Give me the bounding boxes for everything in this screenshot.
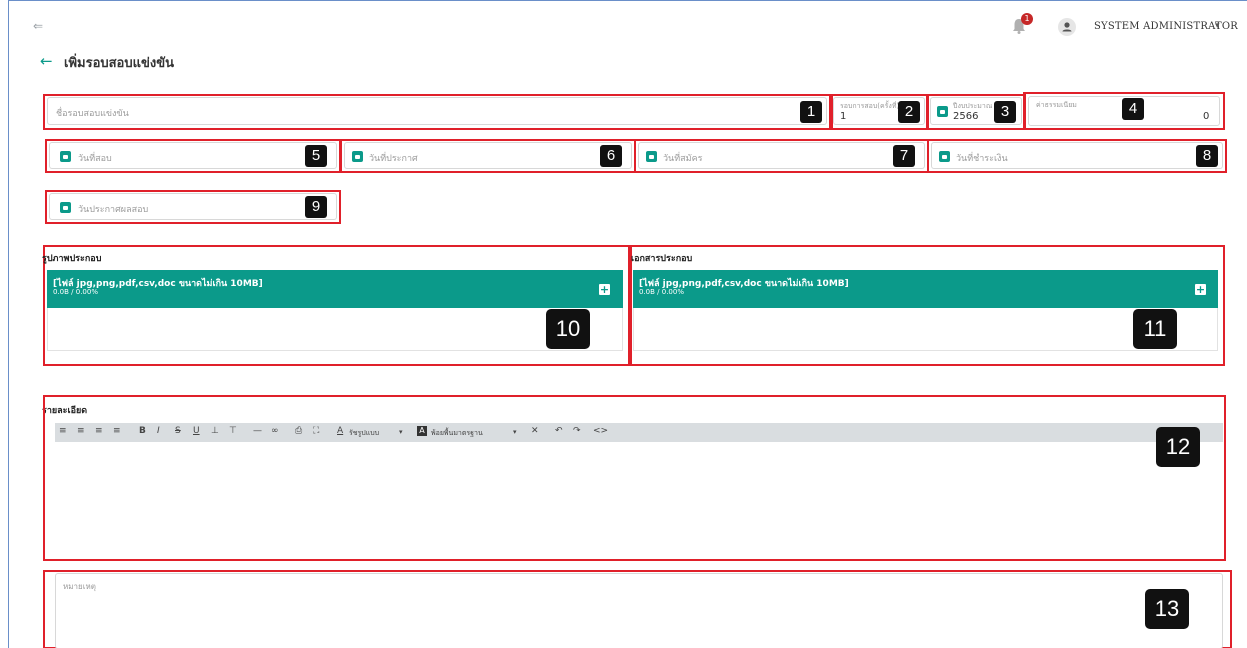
calendar-icon bbox=[646, 151, 657, 162]
marker-8: 8 bbox=[1196, 145, 1218, 167]
strikethrough-icon[interactable]: S bbox=[175, 426, 181, 436]
result-date-picker[interactable]: วันประกาศผลสอบ bbox=[49, 193, 337, 220]
images-section-label: รูปภาพประกอบ bbox=[42, 254, 102, 264]
add-image-button[interactable]: + bbox=[599, 284, 610, 295]
undo-icon[interactable]: ↶ bbox=[555, 426, 563, 436]
chevron-down-icon[interactable]: ▾ bbox=[513, 428, 517, 436]
user-icon bbox=[1062, 22, 1072, 32]
fee-label: ค่าธรรมเนียม bbox=[1036, 101, 1077, 109]
fiscal-year-value: 2566 bbox=[953, 111, 979, 122]
menu-collapse-icon[interactable]: ⇐ bbox=[33, 19, 43, 33]
remark-placeholder: หมายเหตุ bbox=[63, 582, 96, 591]
round-number-value: 1 bbox=[840, 111, 847, 122]
chevron-down-icon[interactable]: ▾ bbox=[399, 428, 403, 436]
details-editor[interactable] bbox=[55, 442, 1223, 557]
align-left-icon[interactable]: ≡ bbox=[59, 426, 67, 436]
text-style-icon[interactable]: A bbox=[337, 426, 343, 436]
calendar-icon bbox=[939, 151, 950, 162]
fee-value: 0 bbox=[1203, 111, 1210, 122]
marker-6: 6 bbox=[600, 145, 622, 167]
remark-textarea[interactable]: หมายเหตุ bbox=[55, 573, 1223, 648]
calendar-icon bbox=[352, 151, 363, 162]
marker-1: 1 bbox=[800, 101, 822, 123]
bg-color-dropdown[interactable]: พ้อยพื้นมาตรฐาน bbox=[431, 428, 483, 439]
chevron-down-icon[interactable]: ▾ bbox=[1215, 21, 1220, 31]
marker-11: 11 bbox=[1133, 309, 1177, 349]
page-title: เพิ่มรอบสอบแข่งขัน bbox=[64, 56, 175, 71]
announce-date-placeholder: วันที่ประกาศ bbox=[369, 154, 418, 164]
images-upload-bar[interactable]: [ไฟล์ jpg,png,pdf,csv,doc ขนาดไม่เกิน 10… bbox=[47, 270, 623, 308]
marker-12: 12 bbox=[1156, 427, 1200, 467]
avatar[interactable] bbox=[1058, 18, 1076, 36]
documents-upload-bar[interactable]: [ไฟล์ jpg,png,pdf,csv,doc ขนาดไม่เกิน 10… bbox=[633, 270, 1218, 308]
marker-13: 13 bbox=[1145, 589, 1189, 629]
clear-format-icon[interactable]: ✕ bbox=[531, 426, 539, 436]
marker-10: 10 bbox=[546, 309, 590, 349]
redo-icon[interactable]: ↷ bbox=[573, 426, 581, 436]
round-number-label: รอบการสอบ(ครั้งที่) bbox=[840, 102, 900, 110]
apply-date-picker[interactable]: วันที่สมัคร bbox=[638, 142, 925, 169]
images-upload-progress: 0.0B / 0.00% bbox=[53, 288, 98, 296]
payment-date-placeholder: วันที่ชำระเงิน bbox=[956, 154, 1008, 164]
app-frame: ⇐ 1 SYSTEM ADMINISTRATOR ▾ ← เพิ่มรอบสอบ… bbox=[8, 0, 1247, 648]
round-name-input[interactable]: ชื่อรอบสอบแข่งขัน bbox=[47, 97, 827, 125]
marker-7: 7 bbox=[893, 145, 915, 167]
calendar-icon bbox=[60, 151, 71, 162]
marker-9: 9 bbox=[305, 196, 327, 218]
print-icon[interactable]: ⎙ bbox=[295, 426, 302, 436]
editor-toolbar: ≡ ≡ ≡ ≡ B I S U ⊥ ⊤ — ∞ ⎙ ⛶ A รัชรูปแบบ … bbox=[55, 423, 1223, 442]
bg-color-icon[interactable]: A bbox=[417, 426, 427, 436]
justify-icon[interactable]: ≡ bbox=[113, 426, 121, 436]
exam-date-picker[interactable]: วันที่สอบ bbox=[49, 142, 337, 169]
documents-upload-progress: 0.0B / 0.00% bbox=[639, 288, 684, 296]
superscript-icon[interactable]: ⊤ bbox=[229, 426, 237, 436]
align-center-icon[interactable]: ≡ bbox=[77, 426, 85, 436]
apply-date-placeholder: วันที่สมัคร bbox=[663, 154, 703, 164]
exam-date-placeholder: วันที่สอบ bbox=[78, 154, 112, 164]
horizontal-rule-icon[interactable]: — bbox=[253, 426, 262, 436]
italic-icon[interactable]: I bbox=[157, 426, 160, 436]
back-arrow-icon[interactable]: ← bbox=[40, 52, 53, 70]
fullscreen-icon[interactable]: ⛶ bbox=[313, 426, 319, 436]
marker-4: 4 bbox=[1122, 98, 1144, 120]
calendar-icon bbox=[937, 106, 948, 117]
add-document-button[interactable]: + bbox=[1195, 284, 1206, 295]
notification-badge: 1 bbox=[1021, 13, 1033, 25]
underline-icon[interactable]: U bbox=[193, 426, 200, 436]
announce-date-picker[interactable]: วันที่ประกาศ bbox=[344, 142, 632, 169]
text-style-dropdown[interactable]: รัชรูปแบบ bbox=[349, 428, 379, 439]
documents-section-label: เอกสารประกอบ bbox=[631, 254, 693, 264]
payment-date-picker[interactable]: วันที่ชำระเงิน bbox=[931, 142, 1223, 169]
subscript-icon[interactable]: ⊥ bbox=[211, 426, 219, 436]
align-right-icon[interactable]: ≡ bbox=[95, 426, 103, 436]
marker-3: 3 bbox=[994, 101, 1016, 123]
documents-dropzone[interactable] bbox=[633, 308, 1218, 351]
link-icon[interactable]: ∞ bbox=[271, 426, 279, 436]
result-date-placeholder: วันประกาศผลสอบ bbox=[78, 205, 149, 215]
marker-2: 2 bbox=[898, 101, 920, 123]
images-dropzone[interactable] bbox=[47, 308, 623, 351]
top-bar: ⇐ 1 SYSTEM ADMINISTRATOR ▾ bbox=[9, 1, 1247, 41]
bold-icon[interactable]: B bbox=[139, 426, 146, 436]
source-code-icon[interactable]: <> bbox=[593, 426, 608, 436]
calendar-icon bbox=[60, 202, 71, 213]
round-name-placeholder: ชื่อรอบสอบแข่งขัน bbox=[56, 109, 129, 119]
marker-5: 5 bbox=[305, 145, 327, 167]
